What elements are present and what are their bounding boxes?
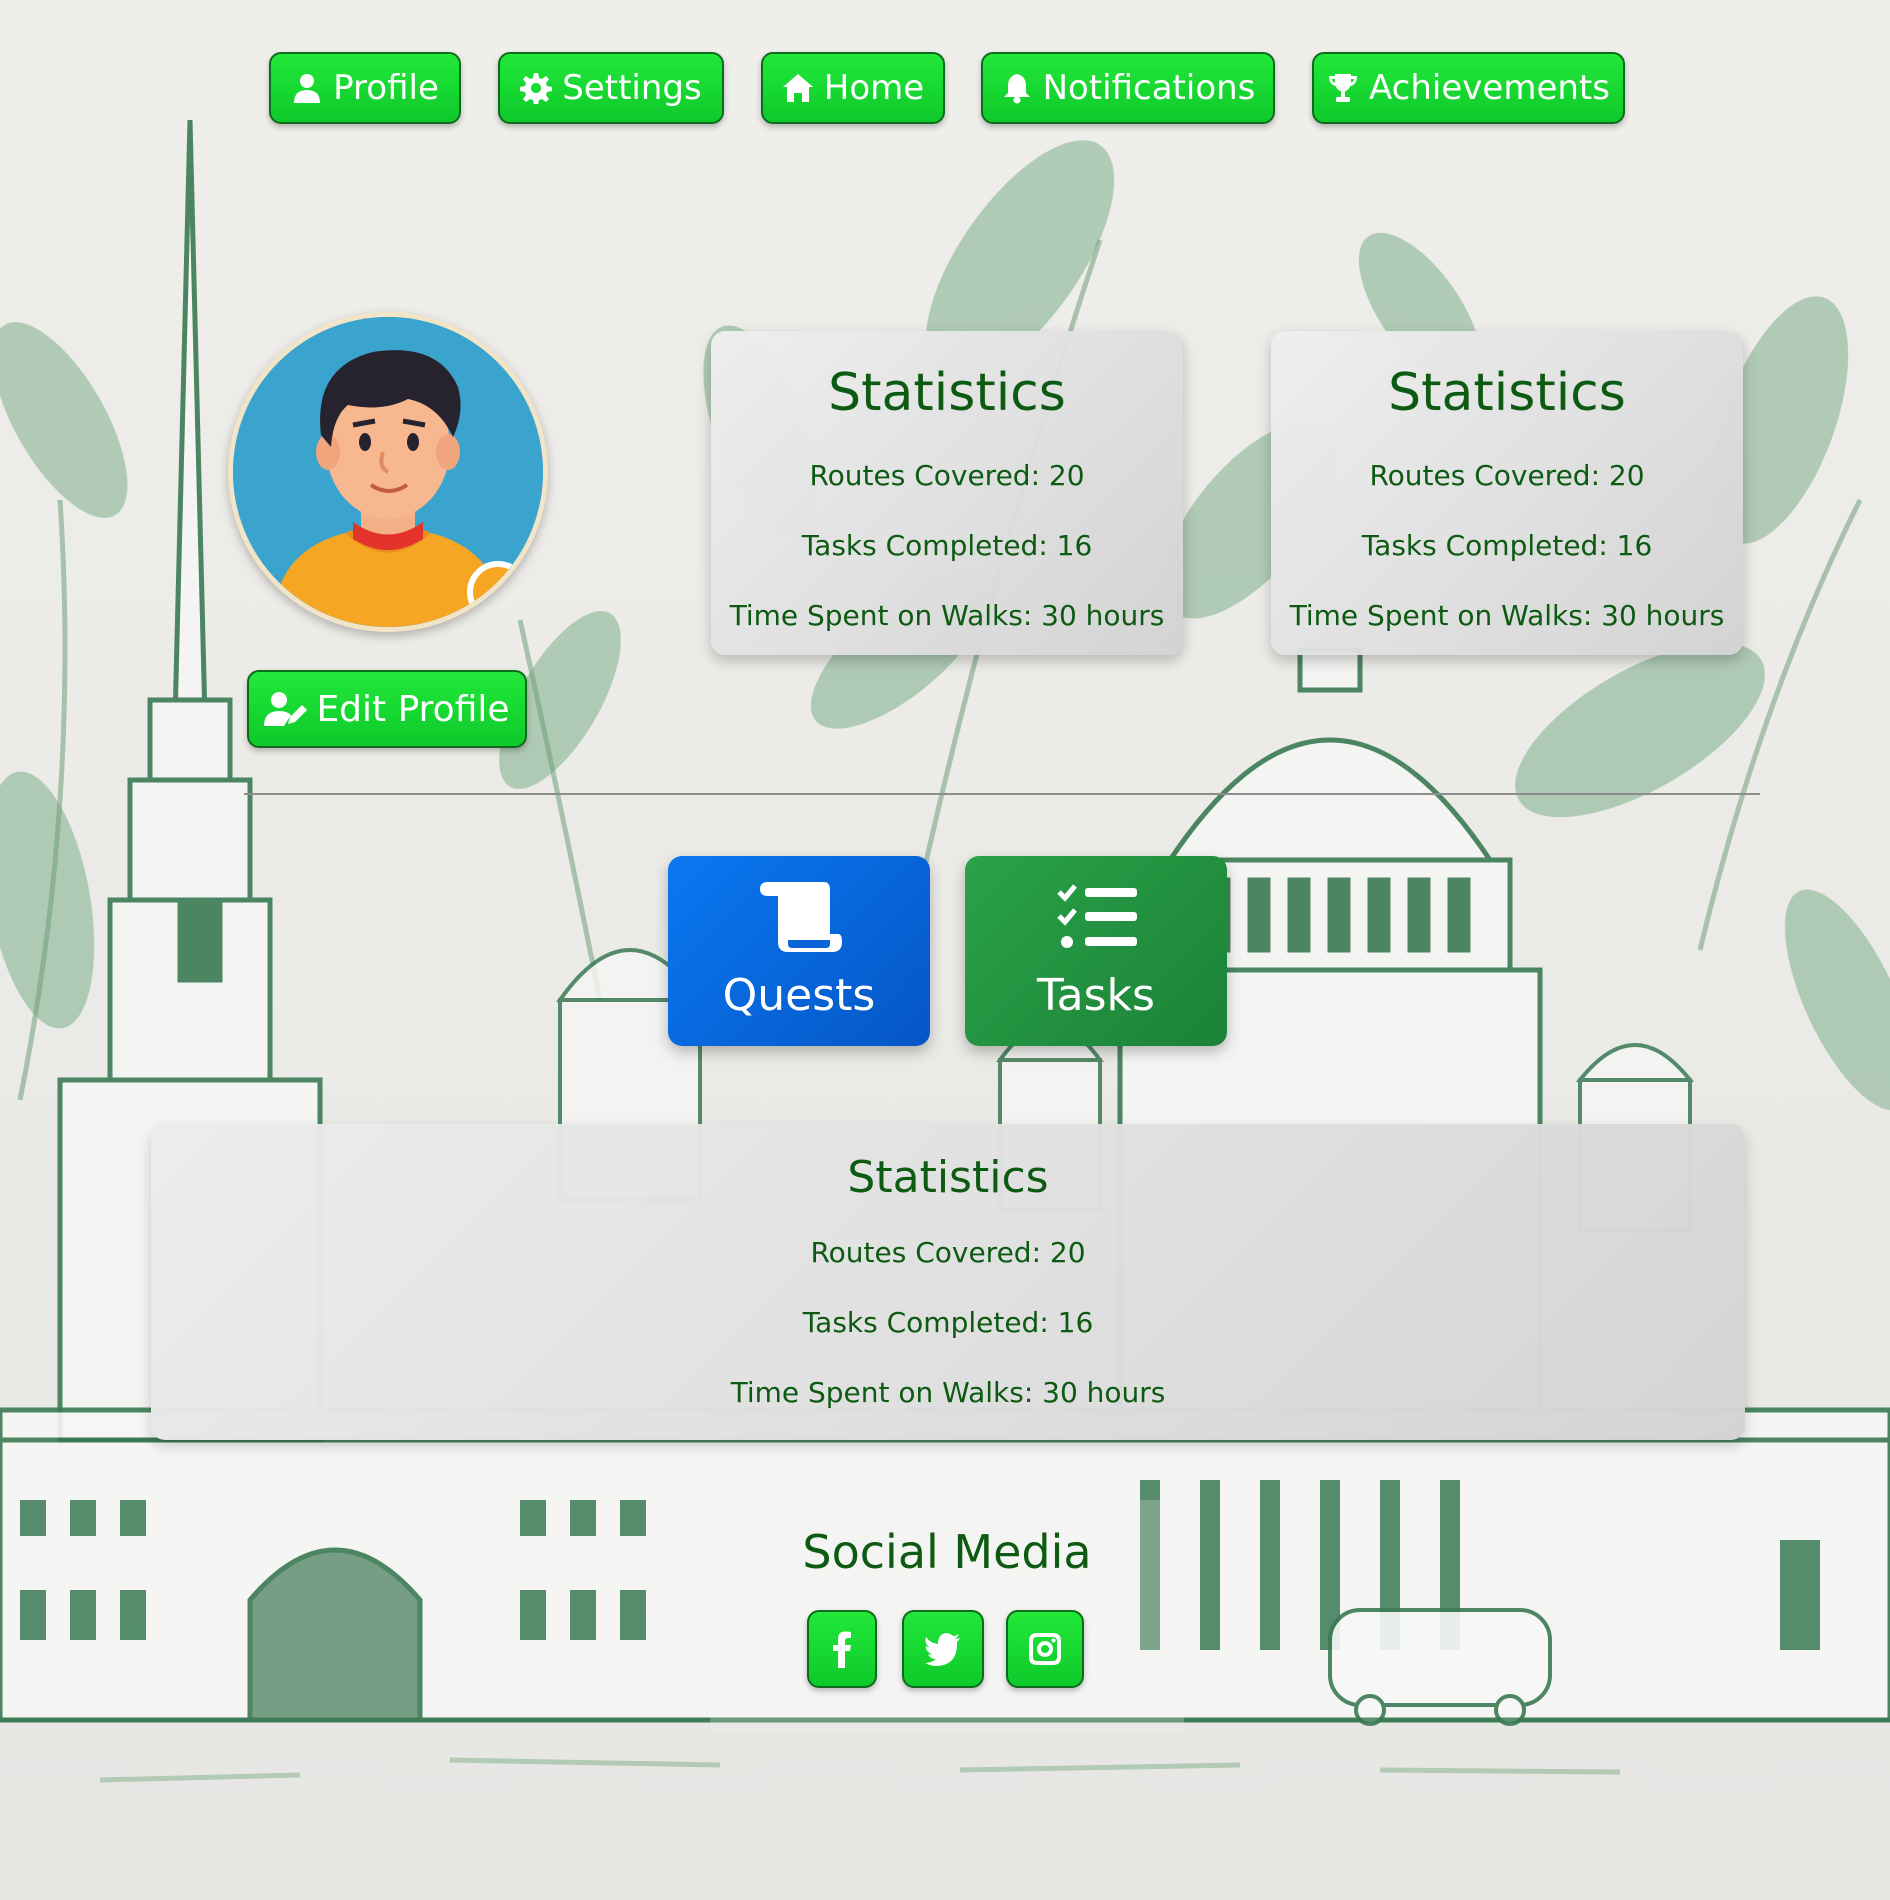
- trophy-icon: [1329, 74, 1358, 102]
- user-edit-icon: [264, 692, 308, 726]
- checklist-icon: [1057, 884, 1137, 948]
- facebook-button[interactable]: [807, 1610, 877, 1688]
- avatar: [228, 312, 548, 632]
- nav-profile-label: Profile: [333, 68, 439, 108]
- nav-profile-button[interactable]: Profile: [269, 52, 461, 124]
- twitter-icon: [925, 1633, 960, 1666]
- tasks-completed: Tasks Completed: 16: [801, 529, 1093, 562]
- routes-covered: Routes Covered: 20: [809, 459, 1085, 492]
- routes-covered: Routes Covered: 20: [1369, 459, 1645, 492]
- quests-button[interactable]: Quests: [668, 856, 930, 1046]
- scroll-icon: [760, 882, 842, 952]
- statistics-title: Statistics: [828, 363, 1066, 423]
- routes-covered: Routes Covered: 20: [810, 1236, 1086, 1269]
- time-spent: Time Spent on Walks: 30 hours: [729, 599, 1165, 632]
- nav-home-button[interactable]: Home: [761, 52, 945, 124]
- statistics-card-1: Statistics Routes Covered: 20 Tasks Comp…: [711, 331, 1183, 655]
- statistics-title: Statistics: [1388, 363, 1626, 423]
- nav-achievements-button[interactable]: Achievements: [1312, 52, 1625, 124]
- instagram-icon: [1029, 1633, 1061, 1665]
- quests-label: Quests: [722, 970, 876, 1021]
- tasks-completed: Tasks Completed: 16: [802, 1306, 1094, 1339]
- nav-notifications-button[interactable]: Notifications: [981, 52, 1275, 124]
- edit-profile-button[interactable]: Edit Profile: [247, 670, 527, 748]
- statistics-panel: Statistics Routes Covered: 20 Tasks Comp…: [151, 1124, 1745, 1440]
- nav-settings-label: Settings: [562, 68, 702, 108]
- gear-icon: [520, 73, 553, 104]
- avatar-illustration: [233, 317, 543, 627]
- time-spent: Time Spent on Walks: 30 hours: [1289, 599, 1725, 632]
- facebook-icon: [833, 1631, 851, 1668]
- social-media-title: Social Media: [802, 1525, 1092, 1579]
- bell-icon: [1003, 74, 1030, 104]
- home-icon: [782, 74, 813, 102]
- nav-home-label: Home: [823, 68, 925, 108]
- twitter-button[interactable]: [902, 1610, 984, 1688]
- instagram-button[interactable]: [1006, 1610, 1084, 1688]
- tasks-button[interactable]: Tasks: [965, 856, 1227, 1046]
- nav-achievements-label: Achievements: [1369, 68, 1610, 108]
- tasks-label: Tasks: [1037, 970, 1155, 1021]
- user-icon: [294, 74, 321, 103]
- section-divider: [244, 793, 1760, 795]
- nav-settings-button[interactable]: Settings: [498, 52, 724, 124]
- statistics-card-2: Statistics Routes Covered: 20 Tasks Comp…: [1271, 331, 1743, 655]
- tasks-completed: Tasks Completed: 16: [1361, 529, 1653, 562]
- edit-profile-label: Edit Profile: [316, 688, 510, 730]
- nav-notifications-label: Notifications: [1042, 68, 1256, 108]
- time-spent: Time Spent on Walks: 30 hours: [730, 1376, 1166, 1409]
- statistics-title: Statistics: [847, 1152, 1049, 1203]
